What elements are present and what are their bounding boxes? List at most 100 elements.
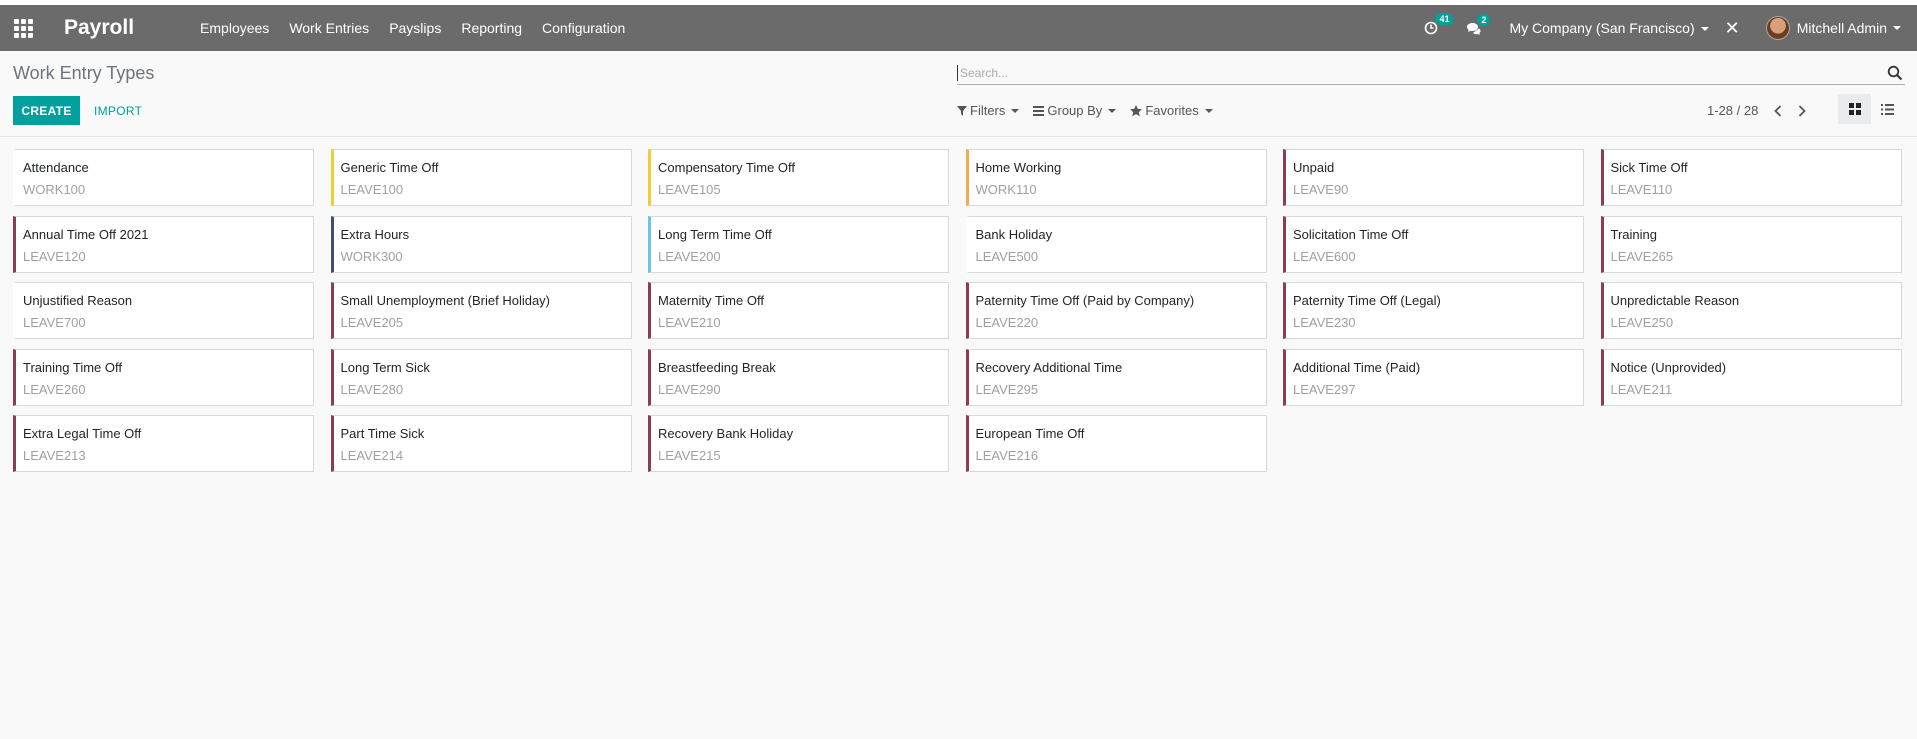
card-title: Annual Time Off 2021 (23, 226, 149, 242)
card-title: Paternity Time Off (Legal) (1293, 293, 1441, 308)
card-title: Generic Time Off (340, 160, 439, 175)
menu-employees[interactable]: Employees (190, 20, 279, 36)
kanban-card[interactable]: Training LEAVE265 (1600, 215, 1902, 273)
card-code: LEAVE260 (23, 381, 86, 397)
card-title: Recovery Bank Holiday (658, 426, 794, 441)
card-title: Compensatory Time Off (658, 160, 796, 175)
card-code: WORK100 (23, 182, 86, 197)
kanban-card[interactable]: Compensatory Time Off LEAVE105 (648, 149, 949, 206)
kanban-card[interactable]: Paternity Time Off (Legal) LEAVE230 (1283, 282, 1584, 339)
kanban-card[interactable]: European Time Off LEAVE216 (965, 415, 1267, 472)
card-title: Recovery Additional Time (975, 359, 1123, 375)
pager-nav (1774, 104, 1807, 117)
card-code: LEAVE600 (1293, 248, 1356, 264)
card-code: LEAVE110 (1610, 182, 1673, 197)
kanban-card[interactable]: Small Unemployment (Brief Holiday) LEAVE2… (330, 282, 632, 339)
chevron-left-icon[interactable] (1774, 104, 1782, 117)
view-switcher (1838, 94, 1904, 124)
kanban-card[interactable]: Recovery Bank Holiday LEAVE215 (648, 415, 949, 472)
kanban-card[interactable]: Paternity Time Off (Paid by Company) LEAV… (965, 282, 1267, 339)
kanban-card[interactable]: Long Term Sick LEAVE280 (330, 348, 632, 406)
app-title[interactable]: Payroll (64, 16, 134, 40)
apps-menu-icon[interactable] (12, 17, 34, 39)
favorites-dropdown[interactable]: Favorites (1130, 103, 1213, 118)
card-title: Solicitation Time Off (1293, 226, 1409, 242)
kanban-card[interactable]: Generic Time Off LEAVE100 (330, 149, 632, 206)
card-code: LEAVE700 (23, 315, 86, 330)
card-title: Maternity Time Off (658, 293, 764, 308)
card-code: LEAVE214 (340, 448, 404, 463)
filters-dropdown[interactable]: Filters (957, 103, 1020, 118)
search-icon[interactable] (1887, 65, 1903, 81)
user-name: Mitchell Admin (1796, 20, 1887, 36)
card-title: Bank Holiday (975, 226, 1053, 242)
kanban-card[interactable]: Maternity Time Off LEAVE210 (648, 282, 949, 339)
kanban-card[interactable]: Part Time Sick LEAVE214 (330, 415, 632, 472)
user-menu[interactable]: Mitchell Admin (1765, 16, 1901, 40)
menu-reporting[interactable]: Reporting (451, 20, 532, 36)
card-code: LEAVE295 (975, 381, 1039, 397)
kanban-card[interactable]: Unjustified Reason LEAVE700 (13, 282, 314, 339)
card-code: LEAVE265 (1610, 248, 1674, 264)
messages-badge: 2 (1477, 13, 1491, 26)
kanban-card[interactable]: Attendance WORK100 (13, 149, 314, 206)
groupby-dropdown[interactable]: Group By (1033, 103, 1117, 118)
card-code: LEAVE210 (658, 315, 721, 330)
list-view-button[interactable] (1871, 94, 1904, 124)
messages-button[interactable]: 2 (1466, 13, 1491, 35)
card-code: LEAVE297 (1293, 381, 1356, 397)
company-switcher[interactable]: My Company (San Francisco) (1509, 20, 1709, 36)
import-button[interactable]: IMPORT (86, 96, 150, 125)
card-code: LEAVE211 (1610, 381, 1673, 397)
kanban-card[interactable]: Recovery Additional Time LEAVE295 (965, 348, 1267, 406)
search-bar (957, 62, 1905, 85)
kanban-card[interactable]: Bank Holiday LEAVE500 (965, 215, 1267, 273)
card-code: WORK110 (975, 182, 1037, 197)
card-title: Unjustified Reason (23, 293, 133, 308)
kanban-card[interactable]: Unpredictable Reason LEAVE250 (1600, 282, 1902, 339)
kanban-card[interactable]: Sick Time Off LEAVE110 (1600, 149, 1902, 206)
kanban-card[interactable]: Training Time Off LEAVE260 (13, 348, 314, 406)
card-title: Long Term Sick (340, 359, 430, 375)
debug-tools-icon[interactable]: ✕ (1725, 18, 1740, 39)
top-menu: Employees Work Entries Payslips Reportin… (190, 20, 635, 36)
kanban-card[interactable]: Breastfeeding Break LEAVE290 (648, 348, 949, 406)
card-title: Unpredictable Reason (1610, 293, 1740, 308)
kanban-view-button[interactable] (1838, 94, 1871, 124)
kanban-card[interactable]: Solicitation Time Off LEAVE600 (1283, 215, 1584, 273)
card-title: Attendance (23, 160, 89, 175)
kanban-card[interactable]: Annual Time Off 2021 LEAVE120 (13, 215, 314, 273)
kanban-card[interactable]: Unpaid LEAVE90 (1283, 149, 1584, 206)
kanban-card[interactable]: Home Working WORK110 (965, 149, 1267, 206)
card-title: Sick Time Off (1610, 160, 1688, 175)
card-code: LEAVE290 (658, 381, 721, 397)
search-input[interactable] (957, 65, 1887, 81)
kanban-card[interactable]: Extra Legal Time Off LEAVE213 (13, 415, 314, 472)
card-title: European Time Off (975, 426, 1085, 441)
card-title: Small Unemployment (Brief Holiday) (340, 293, 551, 308)
menu-configuration[interactable]: Configuration (532, 20, 635, 36)
chevron-down-icon (1011, 108, 1020, 113)
kanban-card[interactable]: Additional Time (Paid) LEAVE297 (1283, 348, 1584, 406)
card-title: Breastfeeding Break (658, 359, 776, 375)
card-code: LEAVE90 (1293, 182, 1349, 197)
card-title: Extra Legal Time Off (23, 426, 142, 441)
chevron-down-icon (1700, 27, 1709, 32)
activity-button[interactable]: 41 (1424, 13, 1454, 35)
menu-payslips[interactable]: Payslips (379, 20, 451, 36)
pager-value[interactable]: 1-28 / 28 (1707, 103, 1758, 118)
card-code: LEAVE120 (23, 248, 86, 264)
card-code: LEAVE500 (975, 248, 1039, 264)
chevron-right-icon[interactable] (1798, 104, 1807, 117)
list-icon (1033, 105, 1045, 116)
kanban-card[interactable]: Long Term Time Off LEAVE200 (648, 215, 949, 273)
kanban-card[interactable]: Extra Hours WORK300 (330, 215, 632, 273)
card-code: LEAVE230 (1293, 315, 1356, 330)
card-title: Home Working (975, 160, 1062, 175)
card-title: Extra Hours (340, 226, 410, 242)
card-title: Part Time Sick (340, 426, 425, 441)
activity-badge: 41 (1435, 13, 1454, 25)
kanban-card[interactable]: Notice (Unprovided) LEAVE211 (1600, 348, 1902, 406)
create-button[interactable]: CREATE (13, 96, 80, 125)
menu-work-entries[interactable]: Work Entries (279, 20, 379, 36)
